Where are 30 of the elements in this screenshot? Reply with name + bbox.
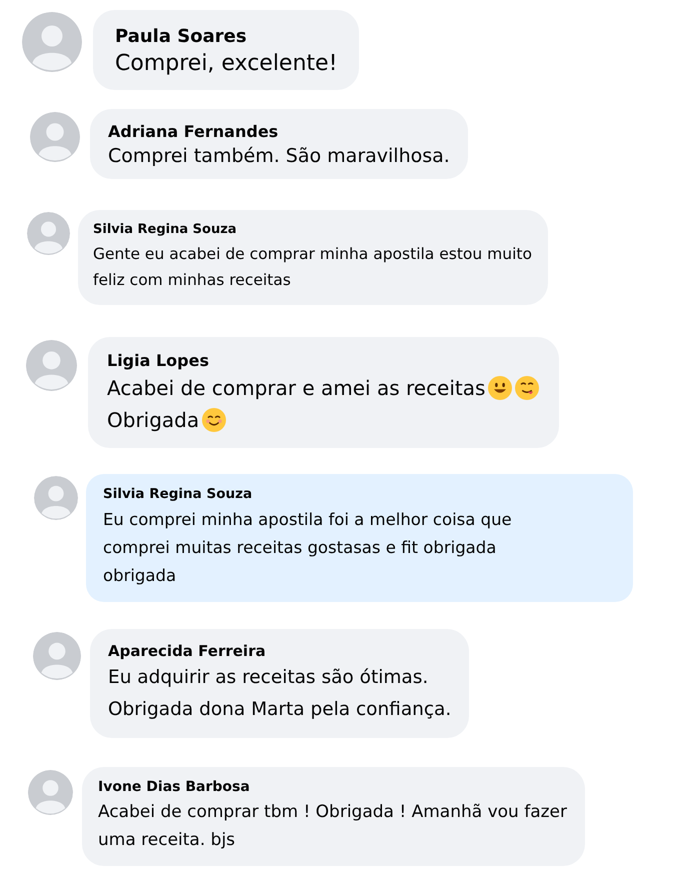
author-name[interactable]: Ivone Dias Barbosa — [98, 779, 567, 795]
comment-text: Comprei também. São maravilhosa. — [108, 145, 450, 167]
avatar-icon[interactable] — [22, 12, 82, 72]
avatar-icon[interactable] — [27, 212, 70, 255]
author-name[interactable]: Adriana Fernandes — [108, 122, 450, 141]
avatar-icon[interactable] — [26, 340, 77, 391]
comment-text: comprei muitas receitas gostasas e fit obrigada — [103, 537, 496, 559]
author-name[interactable]: Ligia Lopes — [107, 351, 540, 370]
avatar-icon[interactable] — [28, 770, 73, 815]
comment-text: Gente eu acabei de comprar minha apostila estou muito — [93, 244, 532, 265]
comment-text: Obrigada — [107, 407, 200, 434]
grinning-face-icon — [488, 376, 512, 400]
author-name[interactable]: Silvia Regina Souza — [103, 486, 613, 502]
comment-text: uma receita. bjs — [98, 829, 236, 852]
comment-text: Acabei de comprar e amei as receitas — [107, 375, 486, 402]
comment-text: Comprei, excelente! — [115, 51, 338, 76]
avatar-icon[interactable] — [33, 632, 81, 680]
comment-text: feliz com minhas receitas — [93, 270, 291, 291]
smiling-face-icon — [202, 408, 226, 432]
comment-text: Eu comprei minha apostila foi a melhor coisa que — [103, 509, 512, 531]
tongue-face-icon — [515, 376, 540, 400]
author-name[interactable]: Aparecida Ferreira — [108, 642, 452, 660]
comment-text: Eu adquirir as receitas são ótimas. — [108, 666, 428, 690]
author-name[interactable]: Silvia Regina Souza — [93, 222, 532, 237]
author-name[interactable]: Paula Soares — [115, 26, 338, 47]
avatar-icon[interactable] — [34, 476, 78, 520]
avatar-icon[interactable] — [30, 112, 80, 162]
comment-text: Obrigada dona Marta pela confiança. — [108, 698, 452, 722]
comment-text: obrigada — [103, 565, 176, 587]
comment-text: Acabei de comprar tbm ! Obrigada ! Amanhã vou fazer — [98, 801, 567, 824]
